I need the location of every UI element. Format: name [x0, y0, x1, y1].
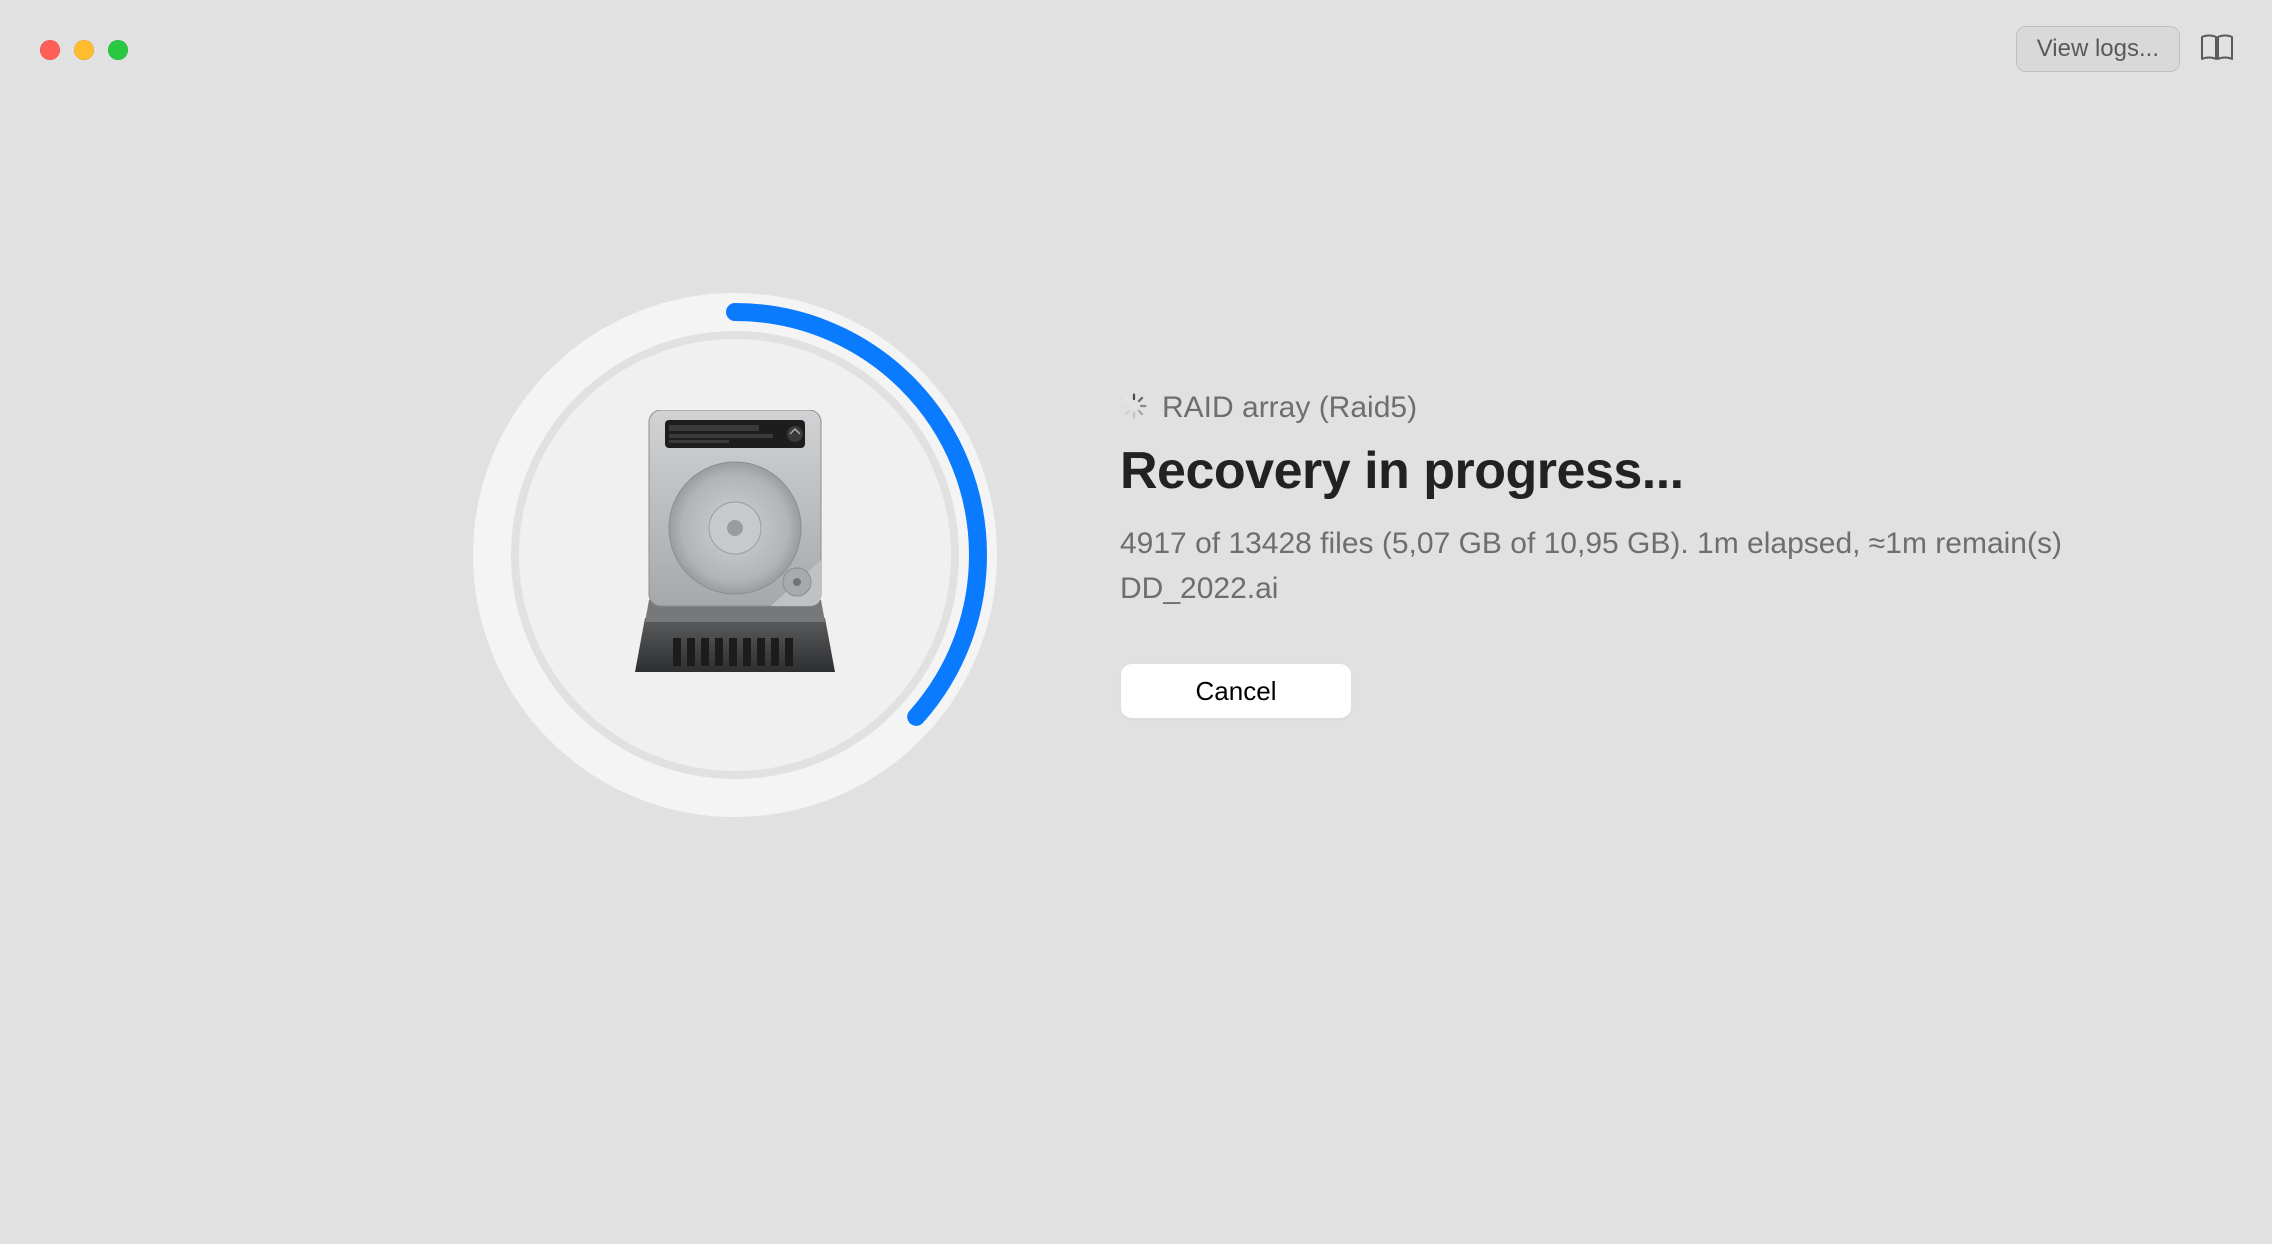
progress-title: Recovery in progress... — [1120, 441, 2062, 501]
cancel-button[interactable]: Cancel — [1120, 663, 1352, 719]
drive-icon — [519, 339, 951, 771]
window-traffic-lights — [40, 40, 128, 60]
spinner-icon — [1120, 392, 1148, 425]
current-file: DD_2022.ai — [1120, 566, 2062, 611]
source-label: RAID array (Raid5) — [1162, 391, 1417, 425]
view-logs-button[interactable]: View logs... — [2016, 26, 2180, 72]
source-row: RAID array (Raid5) — [1120, 391, 2062, 425]
main-content: RAID array (Raid5) Recovery in progress.… — [470, 290, 2062, 820]
help-book-icon[interactable] — [2200, 33, 2234, 66]
progress-ring — [470, 290, 1000, 820]
close-window-button[interactable] — [40, 40, 60, 60]
minimize-window-button[interactable] — [74, 40, 94, 60]
progress-stats: 4917 of 13428 files (5,07 GB of 10,95 GB… — [1120, 521, 2062, 566]
toolbar: View logs... — [2016, 26, 2234, 72]
maximize-window-button[interactable] — [108, 40, 128, 60]
progress-info: RAID array (Raid5) Recovery in progress.… — [1120, 391, 2062, 719]
